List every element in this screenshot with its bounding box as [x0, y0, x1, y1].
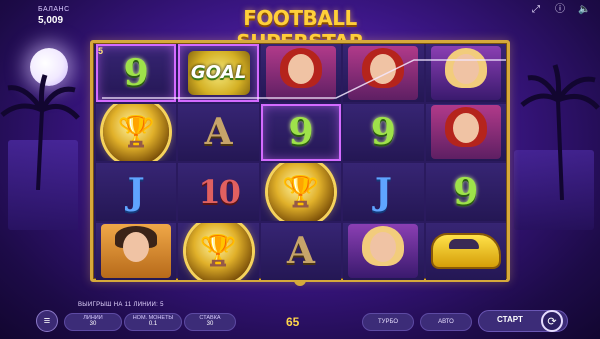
start-label: СТАРТ [497, 315, 523, 324]
turbo-button[interactable]: ТУРБО [362, 313, 414, 331]
auto-button[interactable]: АВТО [420, 313, 472, 331]
balance-label: БАЛАНС [38, 6, 70, 13]
portrait-red [265, 45, 336, 100]
reel-cell: 9 [425, 163, 506, 221]
symbol-a: A [287, 230, 315, 273]
portrait-red [430, 105, 501, 160]
symbol-9: 9 [288, 111, 314, 154]
spin-icon[interactable]: ⟳ [541, 310, 563, 332]
portrait-red [348, 45, 419, 100]
portrait-man [101, 224, 172, 279]
portrait-face [370, 53, 397, 84]
coin-value: 0.1 [148, 321, 158, 327]
game-title: FOOTBALL SUPERSTAR [236, 6, 364, 54]
bet-value: 30 [206, 321, 214, 327]
reel-cell [260, 44, 342, 102]
reel-cell [425, 103, 506, 161]
reel-cell: 9 [96, 44, 177, 102]
symbol-j: J [127, 170, 145, 213]
reel-cell [260, 163, 342, 221]
reel-cell [343, 44, 424, 102]
reel-cell: GOAL [178, 44, 259, 102]
reel-cell: A [260, 222, 342, 280]
portrait-face [287, 53, 314, 84]
symbol-a: A [204, 111, 233, 154]
reel-cell [343, 222, 424, 280]
reel-cell [96, 103, 177, 161]
goal-text: GOAL [190, 62, 247, 84]
reel-cell: 9 [260, 103, 342, 161]
portrait-face [123, 232, 150, 263]
reel-cell: J [96, 163, 177, 221]
coin-value-field[interactable]: НОМ. МОНЕТЫ 0.1 [124, 313, 182, 331]
symbol-goal: GOAL [187, 50, 250, 95]
balance-panel: БАЛАНС 5,009 [38, 6, 70, 26]
reel-cell [178, 222, 259, 280]
portrait-face [452, 113, 479, 144]
win-amount: 65 [286, 315, 300, 329]
reel-grid: 9 GOAL A 9 9 J 10 J 9 A [96, 44, 506, 280]
win-message: ВЫИГРЫШ НА 11 ЛИНИИ: 5 [78, 302, 164, 308]
trophy-icon [103, 103, 170, 161]
reel-cell: 10 [178, 163, 259, 221]
reel-cell: J [343, 163, 424, 221]
reel-cell [96, 222, 177, 280]
reel-cell [425, 44, 506, 102]
bet-field[interactable]: СТАВКА 30 [184, 313, 236, 331]
portrait-blonde [430, 45, 501, 100]
symbol-10: 10 [198, 172, 241, 211]
symbol-9: 9 [453, 170, 479, 213]
lines-value: 30 [89, 321, 97, 327]
payline-number: 5 [98, 46, 104, 56]
reel-cell: 9 [343, 103, 424, 161]
palm-tree-left-icon [0, 74, 80, 190]
sound-icon[interactable]: 🔈 [578, 4, 590, 16]
trophy-icon [267, 163, 334, 221]
symbol-9: 9 [370, 111, 396, 154]
palm-tree-right-icon [520, 64, 600, 200]
portrait-blonde [348, 224, 419, 279]
reel-cell [425, 222, 506, 280]
fullscreen-icon[interactable]: ⤢ [530, 4, 542, 16]
car-icon [432, 235, 499, 268]
menu-button[interactable]: ≡ [36, 310, 58, 332]
symbol-9: 9 [123, 51, 149, 94]
menu-icon: ≡ [43, 315, 51, 327]
balance-value: 5,009 [38, 15, 64, 26]
portrait-face [452, 53, 479, 84]
symbol-j: J [374, 170, 392, 213]
reel-cell: A [178, 103, 259, 161]
top-icons: ⤢ ⓘ 🔈 [530, 4, 590, 16]
info-icon[interactable]: ⓘ [554, 4, 566, 16]
lines-field[interactable]: ЛИНИИ 30 [64, 313, 122, 331]
trophy-icon [185, 222, 252, 280]
